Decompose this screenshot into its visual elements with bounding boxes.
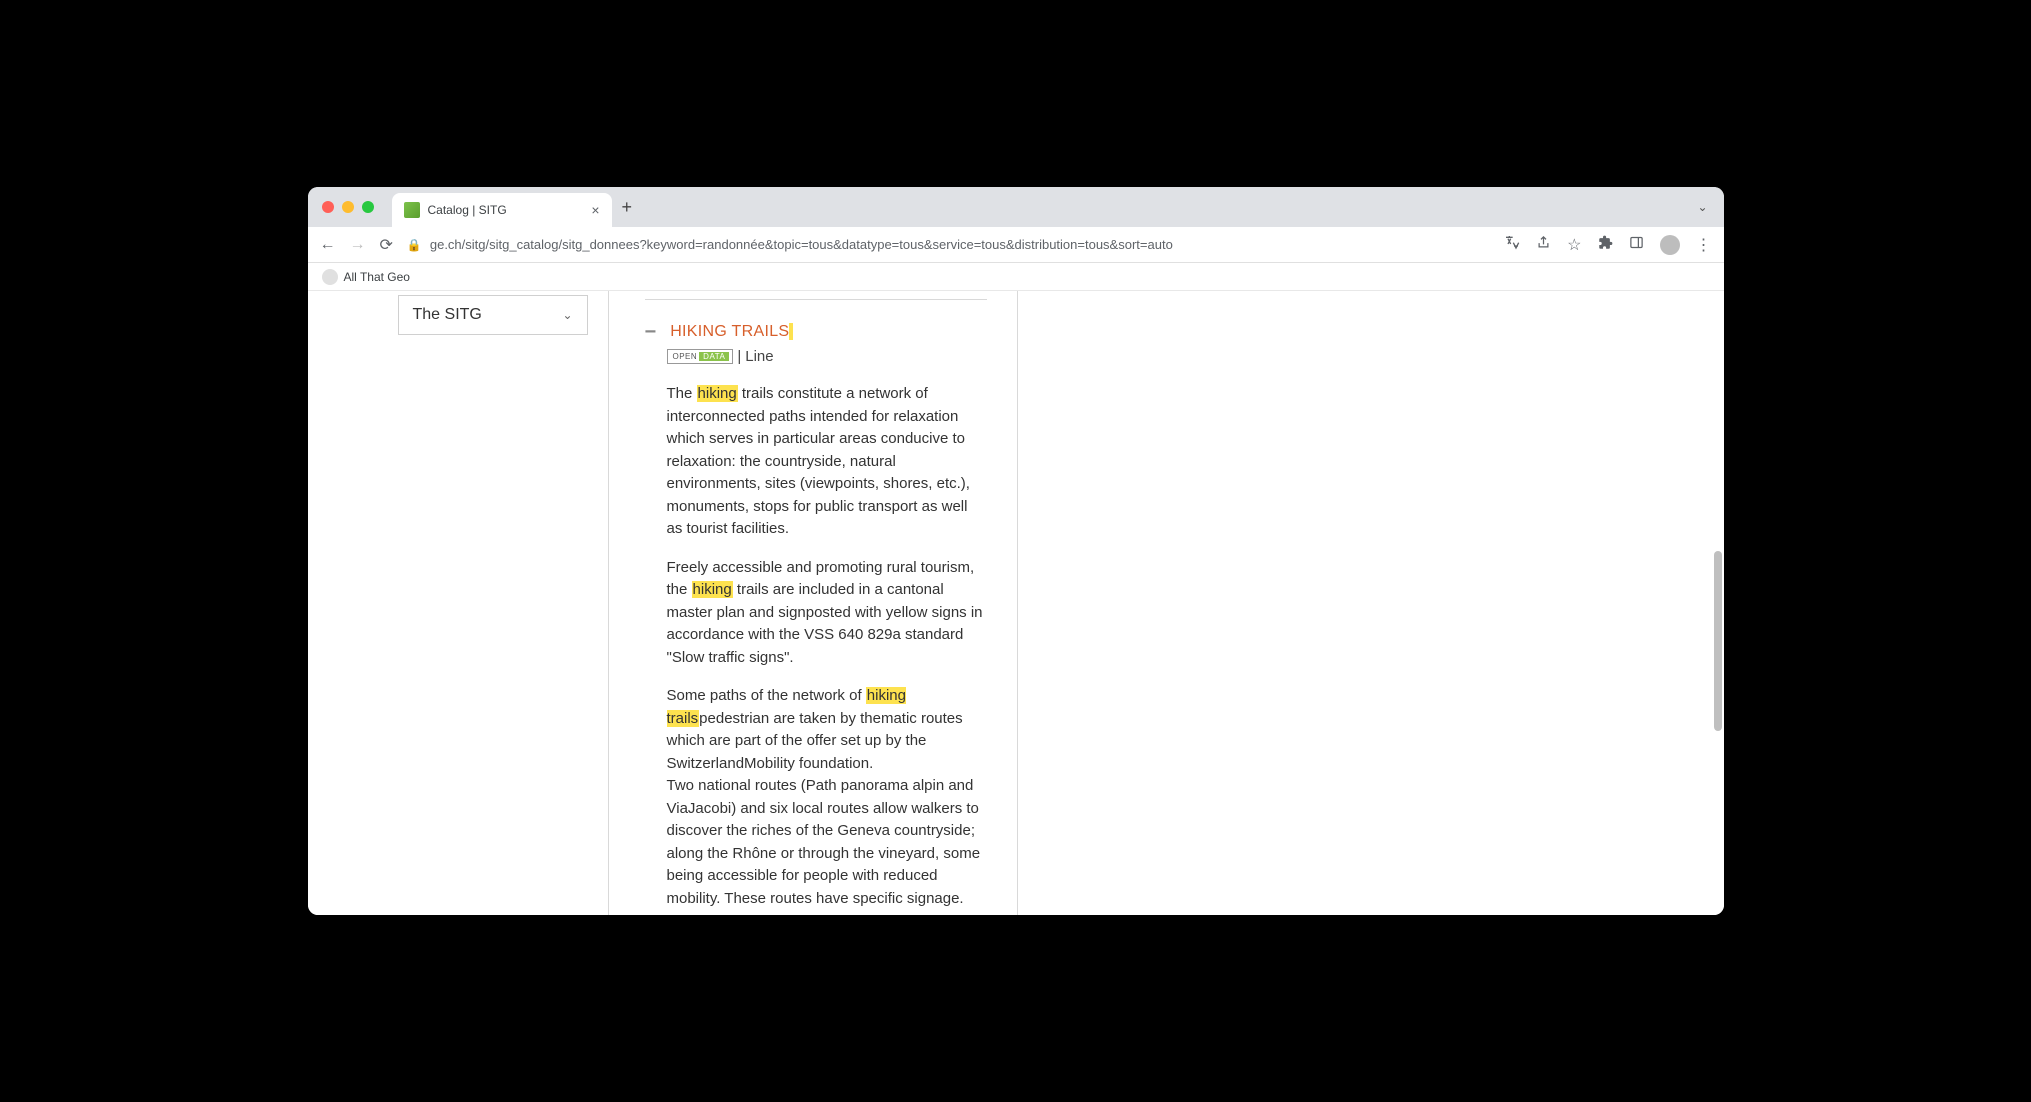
url-bar: ← → ⟳ 🔒 ge.ch/sitg/sitg_catalog/sitg_don… [308, 227, 1724, 263]
badges-row: OPENDATA | Line [667, 348, 1017, 365]
profile-avatar[interactable] [1660, 235, 1680, 255]
toolbar-icons: ☆ ⋮ [1504, 234, 1711, 255]
side-panel-icon[interactable] [1629, 235, 1644, 255]
bookmarks-bar: All That Geo [308, 263, 1724, 291]
highlight: hiking [697, 385, 738, 402]
sitg-dropdown[interactable]: The SITG ⌄ [398, 295, 588, 335]
tab-title: Catalog | SITG [428, 203, 584, 217]
maximize-window-button[interactable] [362, 201, 374, 213]
browser-tab[interactable]: Catalog | SITG × [392, 193, 612, 227]
forward-button[interactable]: → [350, 236, 366, 254]
result-header: − HIKING TRAILS [645, 322, 1017, 342]
sitg-dropdown-label: The SITG [413, 306, 482, 324]
collapse-button[interactable]: − [645, 322, 657, 342]
bookmark-star-icon[interactable]: ☆ [1567, 235, 1581, 255]
tab-close-button[interactable]: × [591, 202, 599, 218]
sidebar: The SITG ⌄ [308, 291, 588, 915]
highlight: hiking [692, 581, 733, 598]
description-p1: The hiking trails constitute a network o… [667, 383, 987, 541]
share-icon[interactable] [1536, 235, 1551, 255]
page-content: The SITG ⌄ − HIKING TRAILS OPENDATA | [308, 291, 1724, 915]
open-data-badge: OPENDATA [667, 349, 734, 364]
result-panel: − HIKING TRAILS OPENDATA | Line The hiki… [608, 291, 1018, 915]
description-p3: Some paths of the network of hiking trai… [667, 685, 987, 910]
minimize-window-button[interactable] [342, 201, 354, 213]
result-title[interactable]: HIKING TRAILS [670, 323, 793, 341]
close-window-button[interactable] [322, 201, 334, 213]
menu-icon[interactable]: ⋮ [1696, 235, 1712, 255]
description-p2: Freely accessible and promoting rural to… [667, 557, 987, 670]
bookmark-all-that-geo[interactable]: All That Geo [322, 269, 410, 285]
geometry-separator: | [737, 348, 741, 365]
window-controls [322, 201, 374, 213]
address-bar[interactable]: 🔒 ge.ch/sitg/sitg_catalog/sitg_donnees?k… [407, 237, 1490, 252]
lock-icon: 🔒 [407, 238, 422, 252]
new-tab-button[interactable]: + [622, 197, 633, 218]
scrollbar-thumb[interactable] [1714, 551, 1722, 731]
translate-icon[interactable] [1504, 234, 1520, 255]
back-button[interactable]: ← [320, 236, 336, 254]
bookmark-favicon [322, 269, 338, 285]
browser-window: Catalog | SITG × + ⌄ ← → ⟳ 🔒 ge.ch/sitg/… [308, 187, 1724, 915]
result-description: The hiking trails constitute a network o… [667, 383, 1017, 915]
extensions-icon[interactable] [1598, 235, 1613, 255]
title-bar: Catalog | SITG × + ⌄ [308, 187, 1724, 227]
url-text: ge.ch/sitg/sitg_catalog/sitg_donnees?key… [430, 237, 1173, 252]
reload-button[interactable]: ⟳ [380, 235, 393, 255]
chevron-down-icon: ⌄ [562, 308, 572, 322]
bookmark-label: All That Geo [344, 270, 410, 284]
tab-favicon [404, 202, 420, 218]
geometry-type: Line [745, 348, 773, 365]
result-divider [645, 299, 987, 300]
tabs-overflow-button[interactable]: ⌄ [1697, 200, 1707, 214]
